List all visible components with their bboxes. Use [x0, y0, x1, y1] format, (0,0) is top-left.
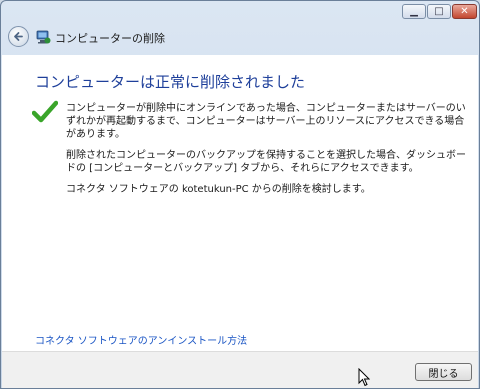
uninstall-help-link[interactable]: コネクタ ソフトウェアのアンインストール方法	[35, 332, 247, 347]
footer-bar: 閉じる	[2, 351, 478, 388]
title-bar: ▁ □ ✕	[1, 1, 479, 21]
close-icon: ✕	[460, 6, 469, 17]
maximize-icon: □	[434, 6, 444, 17]
close-button[interactable]: 閉じる	[415, 363, 472, 381]
nav-bar: コンピューターの削除	[1, 23, 479, 51]
back-button[interactable]	[8, 26, 29, 47]
mouse-pointer-icon	[358, 368, 370, 387]
nav-title: コンピューターの削除	[55, 32, 165, 45]
dialog-window: ▁ □ ✕ コンピューターの削除 コンピューターは正常に削除されました コンピュ…	[0, 0, 480, 389]
paragraph-online-note: コンピューターが削除中にオンラインであった場合、コンピューターまたはサーバーのい…	[66, 103, 466, 140]
maximize-button[interactable]: □	[427, 4, 451, 19]
minimize-icon: ▁	[410, 6, 418, 17]
computer-remove-icon	[36, 30, 51, 44]
checkmark-icon	[32, 100, 58, 123]
minimize-button[interactable]: ▁	[402, 4, 426, 19]
back-arrow-icon	[14, 32, 23, 41]
page-heading: コンピューターは正常に削除されました	[35, 73, 306, 91]
paragraph-uninstall-note: コネクタ ソフトウェアの kotetukun-PC からの削除を検討します。	[66, 184, 371, 195]
paragraph-backup-note: 削除されたコンピューターのバックアップを保持することを選択した場合、ダッシュボー…	[66, 150, 466, 174]
content-panel: コンピューターは正常に削除されました コンピューターが削除中にオンラインであった…	[2, 55, 478, 351]
close-window-button[interactable]: ✕	[452, 4, 477, 19]
